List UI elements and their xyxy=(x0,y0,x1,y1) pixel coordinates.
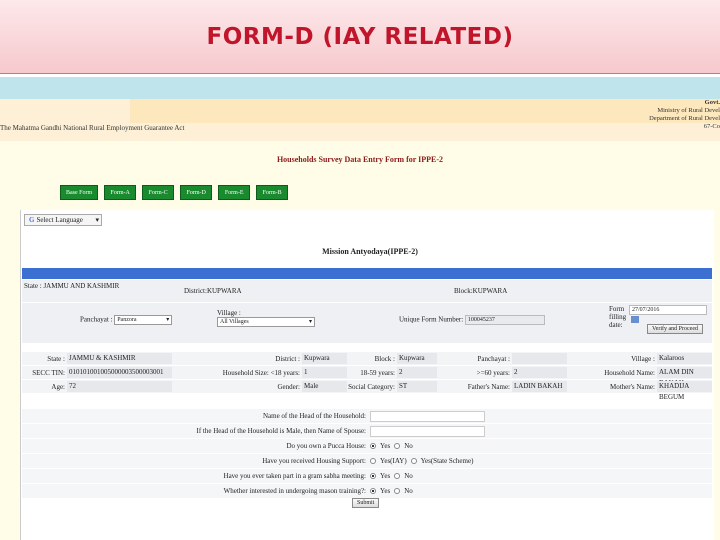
location-grid: State : JAMMU AND KASHMIR District:KUPWA… xyxy=(22,280,712,343)
village-select[interactable]: All Villages ▾ xyxy=(217,317,315,327)
unique-form-number[interactable]: 100045237 xyxy=(464,315,545,325)
household-row: State : JAMMU & KASHMIR District : Kupwa… xyxy=(22,352,712,365)
header-act-name: The Mahatma Gandhi National Rural Employ… xyxy=(0,124,185,132)
verify-proceed-button[interactable]: Verify and Proceed xyxy=(647,324,703,334)
submit-button[interactable]: Submit xyxy=(352,498,380,508)
questions-table: Name of the Head of the Household: If th… xyxy=(22,409,712,499)
panchayat-label: Panchayat : xyxy=(80,315,113,324)
calendar-icon[interactable] xyxy=(631,316,639,323)
household-row: Age: 72 Gender: Male Social Category: ST… xyxy=(22,380,712,401)
survey-title: Households Survey Data Entry Form for IP… xyxy=(276,155,444,164)
question-row: Do you own a Pucca House: Yes No xyxy=(22,439,712,453)
submit-button-wrap: Submit xyxy=(352,498,380,508)
page-title: FORM-D (IAY RELATED) xyxy=(206,23,514,50)
pucca-no-radio[interactable] xyxy=(394,443,401,449)
spouse-name-label: If the Head of the Household is Male, th… xyxy=(196,427,366,435)
nav-form-b[interactable]: Form-B xyxy=(256,185,289,200)
site-header xyxy=(0,99,720,141)
question-row: If the Head of the Household is Male, th… xyxy=(22,424,712,438)
section-bar xyxy=(22,268,712,279)
question-row: Whether interested in undergoing mason t… xyxy=(22,484,712,498)
gram-sabha-yes-radio[interactable] xyxy=(370,473,376,479)
pucca-yes-radio[interactable] xyxy=(370,443,376,449)
slide-banner: FORM-D (IAY RELATED) xyxy=(0,0,720,74)
spouse-name-input[interactable] xyxy=(370,425,485,437)
form-date-label: Form filling date: xyxy=(609,305,627,329)
district-label: District:KUPWARA xyxy=(184,287,242,295)
gram-sabha-no-radio[interactable] xyxy=(394,473,401,479)
nav-form-d[interactable]: Form-D xyxy=(180,185,213,200)
panchayat-select[interactable]: Panzora ▾ xyxy=(114,315,173,325)
google-g-icon: G xyxy=(29,216,35,224)
chevron-down-icon: ▾ xyxy=(166,317,170,323)
village-label: Village : xyxy=(217,309,241,317)
form-date-input[interactable]: 27/07/2016 xyxy=(629,305,707,315)
household-details: State : JAMMU & KASHMIR District : Kupwa… xyxy=(22,352,712,401)
housing-state-radio[interactable] xyxy=(410,458,417,464)
question-row: Have you ever taken part in a gram sabha… xyxy=(22,469,712,483)
pucca-house-label: Do you own a Pucca House: xyxy=(286,442,366,450)
block-label: Block:KUPWARA xyxy=(454,287,508,295)
chevron-down-icon: ▾ xyxy=(95,216,99,224)
mason-no-radio[interactable] xyxy=(394,488,401,494)
mason-yes-radio[interactable] xyxy=(370,488,376,494)
housing-support-label: Have you received Housing Support: xyxy=(262,457,366,465)
household-row: SECC TIN: 010101001005000003500003001 Ho… xyxy=(22,366,712,387)
question-row: Have you received Housing Support: Yes(I… xyxy=(22,454,712,468)
top-strip xyxy=(0,77,720,99)
state-label: State : JAMMU AND KASHMIR xyxy=(24,282,120,290)
header-ministry: Govt. Ministry of Rural Devel Department… xyxy=(649,99,720,130)
unique-form-label: Unique Form Number: xyxy=(399,315,464,324)
gram-sabha-label: Have you ever taken part in a gram sabha… xyxy=(223,472,366,480)
housing-iay-radio[interactable] xyxy=(370,458,376,464)
mason-training-label: Whether interested in undergoing mason t… xyxy=(223,487,366,495)
language-select[interactable]: G Select Language ▾ xyxy=(24,214,102,226)
question-row: Name of the Head of the Household: xyxy=(22,409,712,423)
nav-form-a[interactable]: Form-A xyxy=(104,185,137,200)
chevron-down-icon: ▾ xyxy=(308,319,312,325)
nav-form-c[interactable]: Form-C xyxy=(142,185,175,200)
nav-form-e[interactable]: Form-E xyxy=(218,185,251,200)
head-name-label: Name of the Head of the Household: xyxy=(262,412,366,420)
nav-base-form[interactable]: Base Form xyxy=(60,185,99,200)
mission-title: Mission Antyodaya(IPPE-2) xyxy=(322,247,418,256)
head-name-input[interactable] xyxy=(370,410,485,422)
form-nav: Base Form Form-A Form-C Form-D Form-E Fo… xyxy=(60,185,289,200)
